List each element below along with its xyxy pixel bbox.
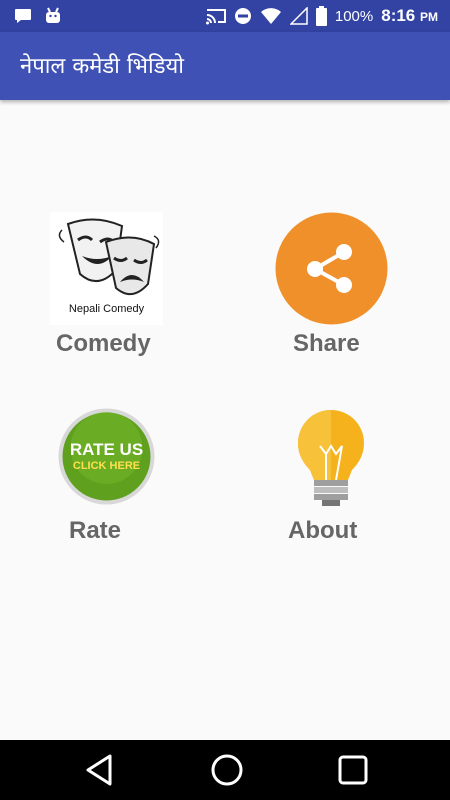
share-label: Share xyxy=(293,330,360,357)
battery-percent: 100% xyxy=(334,7,374,25)
signal-icon xyxy=(289,7,308,25)
battery-icon xyxy=(315,6,327,26)
rate-badge-line1: RATE US xyxy=(69,440,144,459)
recents-icon[interactable] xyxy=(332,752,372,788)
clock-ampm: PM xyxy=(420,10,438,24)
comedy-tile[interactable]: Nepali Comedy xyxy=(50,212,163,325)
nav-bar xyxy=(0,740,450,800)
rate-label: Rate xyxy=(69,517,122,544)
back-icon[interactable] xyxy=(80,752,120,788)
light-bulb-icon xyxy=(298,410,364,506)
share-icon xyxy=(275,212,388,325)
app-title: नेपाल कमेडी भिडियो xyxy=(20,54,184,79)
theater-masks-icon xyxy=(58,218,160,295)
status-right-icons: 100% 8:16 PM xyxy=(205,6,438,26)
app-bar: नेपाल कमेडी भिडियो xyxy=(0,32,450,100)
about-label: About xyxy=(288,517,358,544)
comedy-masks-image: Nepali Comedy xyxy=(50,212,163,325)
status-left-icons xyxy=(14,7,62,25)
wifi-icon xyxy=(260,8,281,24)
cast-icon xyxy=(205,9,226,25)
about-tile[interactable] xyxy=(296,408,366,508)
rate-tile[interactable]: RATE US CLICK HERE xyxy=(58,408,155,505)
comedy-label: Comedy xyxy=(56,330,151,357)
do-not-disturb-icon xyxy=(234,8,251,24)
chat-notification-icon xyxy=(15,9,31,23)
android-icon xyxy=(46,7,60,23)
clock-time: 8:16 xyxy=(381,6,416,25)
clock: 8:16 PM xyxy=(381,6,438,26)
share-tile[interactable] xyxy=(275,212,388,325)
status-bar: 100% 8:16 PM xyxy=(0,0,450,32)
rate-badge-line2: CLICK HERE xyxy=(72,460,141,472)
comedy-image-caption: Nepali Comedy xyxy=(68,303,145,315)
home-icon[interactable] xyxy=(207,752,247,788)
